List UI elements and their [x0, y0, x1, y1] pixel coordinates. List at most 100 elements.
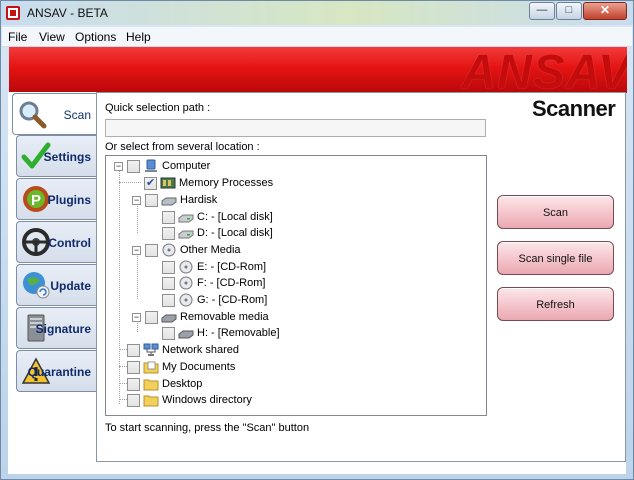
collapse-toggle[interactable]: − [132, 312, 141, 322]
tree-item-label: Hardisk [180, 194, 218, 206]
tree-item-label: Windows directory [162, 394, 252, 406]
refresh-button[interactable]: Refresh [497, 287, 614, 321]
collapse-toggle[interactable]: − [114, 161, 123, 171]
cdrom-icon [179, 260, 193, 274]
tab-signature[interactable]: Signature [16, 307, 96, 349]
tree-item-label: Desktop [162, 378, 203, 390]
tree-item-label: Removable media [180, 311, 269, 323]
svg-text:P: P [31, 192, 41, 209]
tree-checkbox[interactable] [145, 310, 158, 324]
tree-item-drive-h[interactable]: H: - [Removable] [162, 325, 280, 341]
tree-item-hardisk[interactable]: − Hardisk [132, 192, 217, 208]
menu-options[interactable]: Options [75, 30, 116, 44]
tree-item-desktop[interactable]: Desktop [127, 376, 202, 392]
tree-item-drive-e[interactable]: E: - [CD-Rom] [162, 259, 266, 275]
tree-line [119, 383, 127, 384]
quick-path-label: Quick selection path : [105, 102, 211, 114]
tab-control-label: Control [48, 236, 91, 250]
tree-item-my-documents[interactable]: My Documents [127, 359, 235, 375]
minimize-button[interactable]: — [529, 2, 555, 20]
network-icon [143, 343, 159, 356]
menu-bar: File View Options Help [2, 27, 632, 47]
tab-quarantine[interactable]: Quarantine [16, 350, 96, 392]
tree-line [119, 169, 120, 404]
memory-icon [160, 177, 176, 189]
magnifier-icon [19, 101, 47, 129]
tree-checkbox[interactable] [127, 343, 140, 357]
collapse-toggle[interactable]: − [132, 245, 141, 255]
tree-checkbox[interactable] [127, 393, 140, 407]
tree-item-other-media[interactable]: − Other Media [132, 242, 241, 258]
header-banner: ANSAV [9, 47, 627, 93]
tab-control[interactable]: Control [16, 221, 96, 263]
location-label: Or select from several location : [105, 141, 260, 153]
tree-checkbox[interactable] [162, 260, 175, 274]
tree-checkbox[interactable] [162, 326, 175, 340]
tree-checkbox[interactable] [145, 193, 158, 207]
page-title: Scanner [532, 96, 616, 121]
tab-plugins[interactable]: P Plugins [16, 178, 96, 220]
tree-checkbox[interactable] [145, 243, 158, 257]
location-tree[interactable]: − Computer Memory Processes − Hardisk [105, 155, 487, 416]
tab-plugins-label: Plugins [47, 193, 91, 207]
window-controls: — □ ✕ [528, 2, 627, 20]
maximize-button[interactable]: □ [556, 2, 582, 20]
tree-item-network[interactable]: Network shared [127, 342, 239, 358]
cdrom-icon [162, 243, 176, 257]
removable-drive-icon [178, 330, 194, 339]
tree-item-drive-d[interactable]: D: - [Local disk] [162, 225, 273, 241]
collapse-toggle[interactable]: − [132, 195, 141, 205]
tree-item-label: C: - [Local disk] [197, 211, 273, 223]
tree-item-removable-media[interactable]: − Removable media [132, 309, 269, 325]
tree-item-label: E: - [CD-Rom] [197, 261, 267, 273]
tab-scan[interactable]: Scan [12, 93, 96, 135]
folder-icon [143, 379, 159, 391]
plugin-icon: P [23, 186, 49, 212]
tree-item-label: G: - [CD-Rom] [197, 294, 268, 306]
tree-checkbox[interactable] [162, 293, 175, 307]
tree-item-computer[interactable]: − Computer [114, 158, 210, 174]
window-title: ANSAV - BETA [27, 6, 108, 20]
tree-checkbox[interactable] [127, 360, 140, 374]
tree-item-label: Other Media [180, 244, 241, 256]
tree-item-label: Memory Processes [179, 177, 274, 189]
tree-item-drive-c[interactable]: C: - [Local disk] [162, 209, 273, 225]
app-icon [6, 6, 20, 20]
banner-logo: ANSAV [461, 47, 627, 93]
tree-item-label: F: - [CD-Rom] [197, 277, 266, 289]
tree-line [119, 366, 127, 367]
tree-checkbox[interactable] [127, 377, 140, 391]
quick-path-input[interactable] [105, 119, 486, 137]
tree-checkbox[interactable] [127, 159, 140, 173]
tab-settings-label: Settings [43, 150, 91, 164]
documents-folder-icon [143, 361, 159, 374]
tree-item-memory[interactable]: Memory Processes [144, 175, 273, 191]
tree-checkbox[interactable] [162, 226, 175, 240]
menu-help[interactable]: Help [126, 30, 151, 44]
tree-checkbox[interactable] [162, 276, 175, 290]
cdrom-icon [179, 276, 193, 290]
tree-checkbox[interactable] [162, 210, 175, 224]
close-button[interactable]: ✕ [583, 2, 627, 20]
tree-line [137, 251, 138, 299]
tree-item-label: My Documents [162, 361, 236, 373]
globe-update-icon [23, 272, 50, 299]
menu-file[interactable]: File [8, 30, 27, 44]
tab-settings[interactable]: Settings [16, 135, 96, 177]
title-bar[interactable]: ANSAV - BETA — □ ✕ [1, 1, 633, 25]
tree-item-windows-directory[interactable]: Windows directory [127, 392, 252, 408]
folder-icon [143, 395, 159, 407]
tree-item-drive-f[interactable]: F: - [CD-Rom] [162, 275, 265, 291]
menu-view[interactable]: View [39, 30, 65, 44]
removable-drive-icon [161, 314, 177, 323]
drive-icon [178, 230, 194, 239]
scan-single-file-button[interactable]: Scan single file [497, 241, 614, 275]
scan-hint: To start scanning, press the "Scan" butt… [105, 422, 310, 434]
tab-update[interactable]: Update [16, 264, 96, 306]
tree-line [119, 349, 127, 350]
tree-checkbox[interactable] [144, 176, 157, 190]
tab-signature-label: Signature [35, 322, 91, 336]
tree-item-drive-g[interactable]: G: - [CD-Rom] [162, 292, 267, 308]
scan-button[interactable]: Scan [497, 195, 614, 229]
tree-item-label: Network shared [162, 344, 240, 356]
